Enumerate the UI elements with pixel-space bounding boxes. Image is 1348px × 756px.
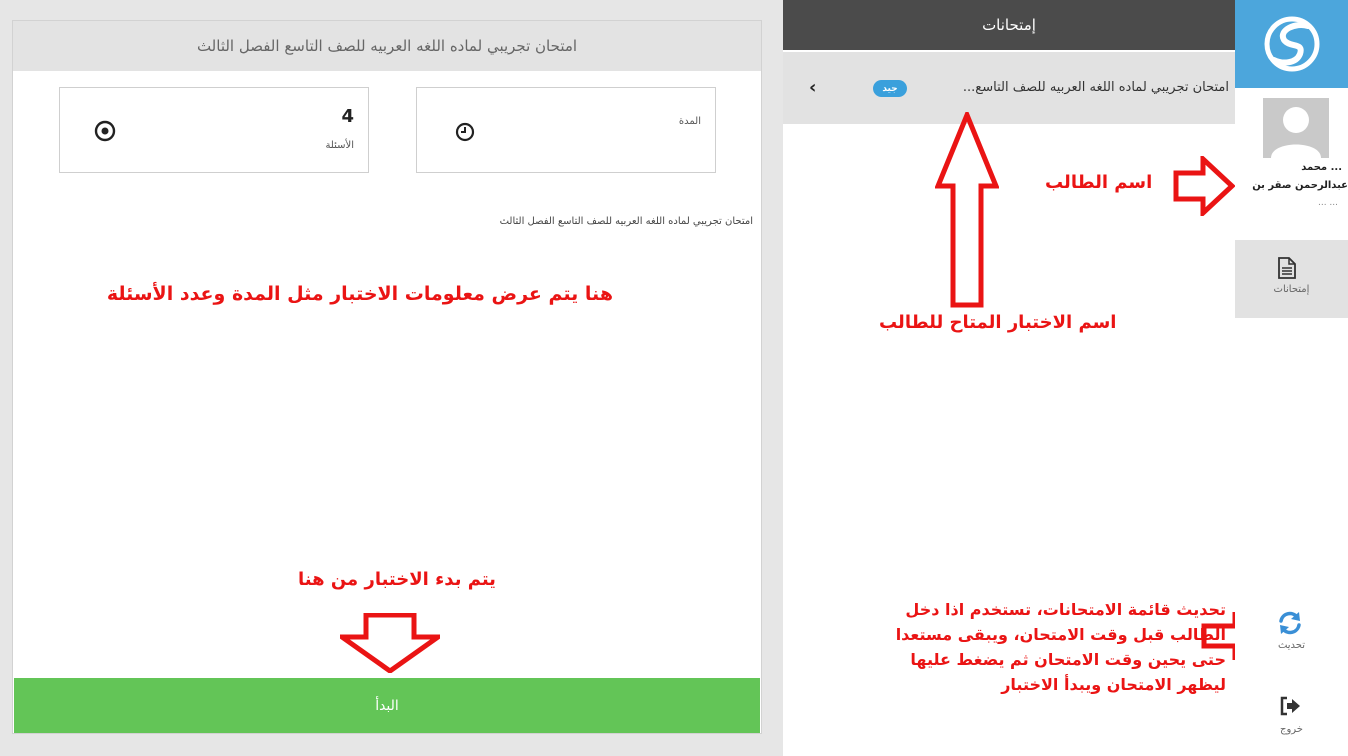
document-icon — [1278, 257, 1296, 279]
student-name-line: ... محمد — [1301, 162, 1342, 173]
questions-count: 4 — [341, 106, 354, 127]
questions-card: 4 الأسئلة — [59, 87, 369, 173]
duration-card: المدة — [416, 87, 716, 173]
right-arrow-icon — [1173, 156, 1235, 216]
up-arrow-icon — [935, 112, 999, 308]
annotation-refresh-line: حتى يحين وقت الامتحان ثم يضغط عليها — [910, 650, 1226, 669]
exam-details-panel: امتحان تجريبي لماده اللغه العربيه للصف ا… — [12, 20, 762, 734]
logo-icon — [1264, 16, 1319, 72]
annotation-start-note: يتم بدء الاختبار من هنا — [298, 569, 496, 590]
questions-label: الأسئلة — [325, 140, 354, 151]
annotation-exam-name-note: اسم الاختبار المتاح للطالب — [879, 312, 1117, 333]
student-profile: ... محمد عبدالرحمن صقر بن ... ... — [1235, 88, 1348, 240]
avatar — [1263, 98, 1329, 158]
annotation-info-note: هنا يتم عرض معلومات الاختبار مثل المدة و… — [106, 283, 613, 305]
sidebar-item-label: خروج — [1280, 724, 1303, 735]
sidebar-item-label: تحديث — [1277, 640, 1306, 651]
down-arrow-icon — [340, 613, 440, 673]
clock-icon — [455, 122, 475, 142]
duration-label: المدة — [678, 116, 701, 127]
status-badge: جيد — [873, 80, 907, 97]
annotation-refresh-line: الطالب قبل وقت الامتحان، ويبقى مستعدا — [895, 625, 1226, 644]
target-icon — [94, 120, 116, 142]
annotation-refresh-line: تحديث قائمة الامتحانات، تستخدم اذا دخل — [905, 600, 1226, 619]
annotation-student-name-note: اسم الطالب — [1045, 172, 1153, 193]
annotation-refresh-line: ليظهر الامتحان ويبدأ الاختبار — [1001, 675, 1226, 694]
annotation-refresh-note: تحديث قائمة الامتحانات، تستخدم اذا دخل ا… — [806, 597, 1226, 697]
exam-description: امتحان تجريبي لماده اللغه العربيه للصف ا… — [499, 216, 753, 227]
exams-list-header: إمتحانات — [783, 0, 1235, 50]
chevron-left-icon: ‹ — [809, 77, 817, 98]
exams-list-panel: إمتحانات امتحان تجريبي لماده اللغه العرب… — [783, 0, 1263, 756]
app-logo[interactable] — [1235, 0, 1348, 88]
student-name-line: ... ... — [1317, 198, 1338, 208]
refresh-button[interactable]: تحديث — [1235, 604, 1348, 656]
logout-button[interactable]: خروج — [1235, 690, 1348, 742]
exam-title-header: امتحان تجريبي لماده اللغه العربيه للصف ا… — [13, 21, 761, 71]
exam-list-item[interactable]: امتحان تجريبي لماده اللغه العربيه للصف ا… — [783, 52, 1235, 124]
sidebar: ... محمد عبدالرحمن صقر بن ... ... إمتحان… — [1235, 0, 1348, 756]
sidebar-item-label: إمتحانات — [1273, 284, 1310, 295]
sidebar-item-exams[interactable]: إمتحانات — [1235, 240, 1348, 318]
exam-item-title: امتحان تجريبي لماده اللغه العربيه للصف ا… — [962, 80, 1229, 95]
logout-icon — [1280, 696, 1300, 716]
student-name-line: عبدالرحمن صقر بن — [1252, 180, 1348, 191]
start-exam-button[interactable]: البدأ — [14, 678, 760, 733]
refresh-icon — [1279, 611, 1301, 635]
